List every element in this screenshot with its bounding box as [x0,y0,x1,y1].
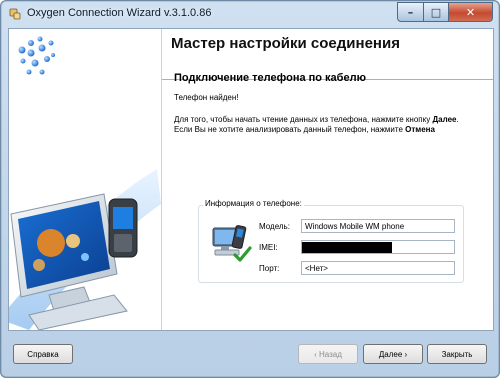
wizard-content: Мастер настройки соединения Подключение … [162,29,493,330]
help-button[interactable]: Справка [13,344,73,364]
model-field[interactable]: Windows Mobile WM phone [301,219,455,233]
imei-field[interactable] [301,240,455,254]
wizard-client-area: Мастер настройки соединения Подключение … [0,28,494,331]
model-label: Модель: [259,222,290,231]
instruction-text: Для того, чтобы начать чтение данных из … [174,115,474,135]
maximize-button[interactable]: □ [424,2,449,22]
phone-found-text: Телефон найден! [174,93,239,102]
phone-computer-check-icon [212,225,252,262]
instruction-part-1: Для того, чтобы начать чтение данных из … [174,115,431,124]
caption-buttons: – □ ✕ [397,2,493,22]
phone-info-group-title: Информация о телефоне: [203,199,304,208]
port-label: Порт: [259,264,280,273]
wizard-window: Oxygen Connection Wizard v.3.1.0.86 – □ … [0,0,500,378]
close-button[interactable]: Закрыть [427,344,487,364]
minimize-icon: – [407,5,414,19]
mobile-phone-illustration-icon [108,198,138,258]
instruction-cancel-word: Отмена [405,125,435,134]
wizard-side-panel [0,29,162,331]
window-title: Oxygen Connection Wizard v.3.1.0.86 [27,7,212,19]
title-bar[interactable]: Oxygen Connection Wizard v.3.1.0.86 – □ … [1,1,499,27]
imei-label: IMEI: [259,243,278,252]
close-icon: ✕ [465,5,476,19]
step-subtitle: Подключение телефона по кабелю [174,72,366,84]
instruction-next-word: Далее [432,115,457,124]
minimize-button[interactable]: – [397,2,424,22]
next-button[interactable]: Далее › [363,344,423,364]
port-field[interactable]: <Нет> [301,261,455,275]
connector-plug-icon [9,8,21,20]
page-title: Мастер настройки соединения [171,35,400,52]
maximize-icon: □ [430,5,442,19]
imei-redaction-bar [302,242,392,253]
close-window-button[interactable]: ✕ [449,2,493,22]
wizard-footer: Справка ‹ Назад Далее › Закрыть [8,333,492,371]
wizard-illustration [0,36,161,331]
logo-dots-icon [18,36,55,75]
back-button[interactable]: ‹ Назад [298,344,358,364]
phone-info-group: Информация о телефоне: Модель: Windows M… [198,199,464,283]
